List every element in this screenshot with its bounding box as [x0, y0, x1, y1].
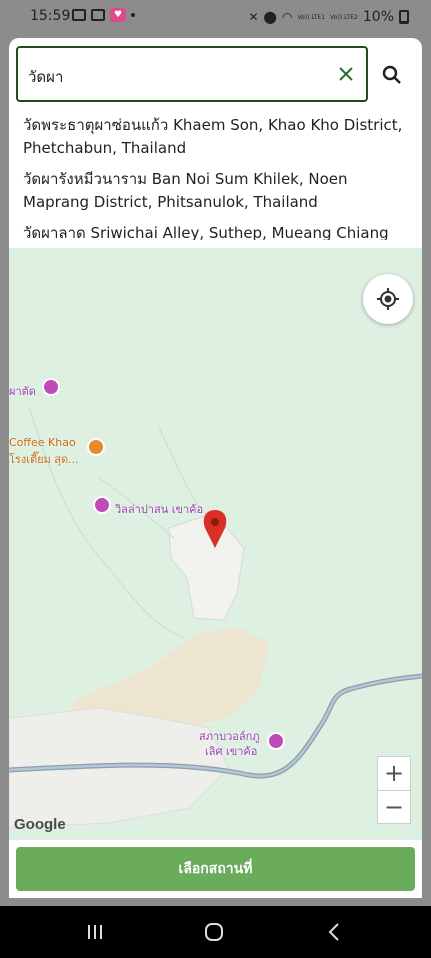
more-notifications-icon — [131, 13, 135, 17]
lodging-icon[interactable] — [93, 496, 111, 514]
battery-percent: 10% — [362, 9, 394, 25]
zoom-in-button[interactable]: + — [378, 757, 410, 790]
google-logo-text: Google — [14, 816, 66, 833]
home-button[interactable] — [199, 920, 229, 944]
suggestion-item[interactable]: วัดพระธาตุผาซ่อนแก้ว Khaem Son, Khao Kho… — [9, 110, 422, 164]
recent-apps-icon — [88, 925, 102, 939]
recent-apps-button[interactable] — [80, 920, 110, 944]
close-icon — [339, 67, 353, 81]
back-button[interactable] — [320, 920, 350, 944]
notification-icons: ♥ — [72, 8, 135, 22]
suggestion-item[interactable]: วัดผารังหมีวนาราม Ban Noi Sum Khilek, No… — [9, 164, 422, 218]
search-input-value[interactable]: วัดผา — [28, 65, 63, 89]
place-picker-dialog: วัดผา วัดพระธาตุผาซ่อนแก้ว Khaem Son, Kh… — [9, 38, 422, 898]
gallery-icon — [72, 9, 86, 21]
poi-label[interactable]: โรงเตี๊ยม สุด... — [9, 450, 79, 468]
poi-label[interactable]: ผาตัด — [9, 382, 36, 400]
select-place-button[interactable]: เลือกสถานที่ — [16, 847, 415, 891]
camera-icon[interactable] — [267, 732, 285, 750]
my-location-button[interactable] — [363, 274, 413, 324]
zoom-controls: + − — [377, 756, 411, 824]
suggestion-item[interactable]: วัดผาลาด Sriwichai Alley, Suthep, Mueang… — [9, 218, 422, 240]
status-time: 15:59 — [30, 8, 71, 24]
mute-icon: ✕ — [248, 10, 259, 24]
app-notification-icon: ♥ — [110, 8, 126, 22]
battery-icon — [399, 10, 409, 24]
my-location-icon — [377, 288, 399, 310]
cafe-icon[interactable] — [87, 438, 105, 456]
map-view[interactable]: ผาตัด Coffee Khao โรงเตี๊ยม สุด... วิลล่… — [9, 248, 422, 840]
poi-label[interactable]: เลิศ เขาค้อ — [205, 742, 257, 760]
google-logo: Google — [14, 816, 66, 833]
signal-2-label: Vo)) LTE2 — [330, 13, 358, 21]
system-icons: ✕ ⬤ ◠ Vo)) LTE1 Vo)) LTE2 10% — [248, 9, 409, 25]
signal-1-label: Vo)) LTE1 — [297, 13, 326, 21]
screen-icon — [91, 9, 105, 21]
status-bar: 15:59 ♥ ✕ ⬤ ◠ Vo)) LTE1 Vo)) LTE2 10% — [0, 0, 431, 34]
camera-icon[interactable] — [42, 378, 60, 396]
poi-label[interactable]: วิลล่าปาสน เขาค้อ — [115, 500, 203, 518]
suggestion-list: วัดพระธาตุผาซ่อนแก้ว Khaem Son, Khao Kho… — [9, 110, 422, 240]
search-icon — [382, 65, 401, 84]
search-input[interactable]: วัดผา — [16, 46, 368, 102]
system-nav-bar — [0, 906, 431, 958]
search-button[interactable] — [377, 60, 407, 90]
home-icon — [205, 923, 223, 941]
back-icon — [328, 923, 339, 941]
poi-label[interactable]: Coffee Khao — [9, 436, 76, 449]
zoom-out-button[interactable]: − — [378, 790, 410, 824]
location-icon: ⬤ — [263, 10, 277, 24]
clear-search-button[interactable] — [334, 62, 358, 86]
wifi-icon: ◠ — [281, 10, 293, 24]
